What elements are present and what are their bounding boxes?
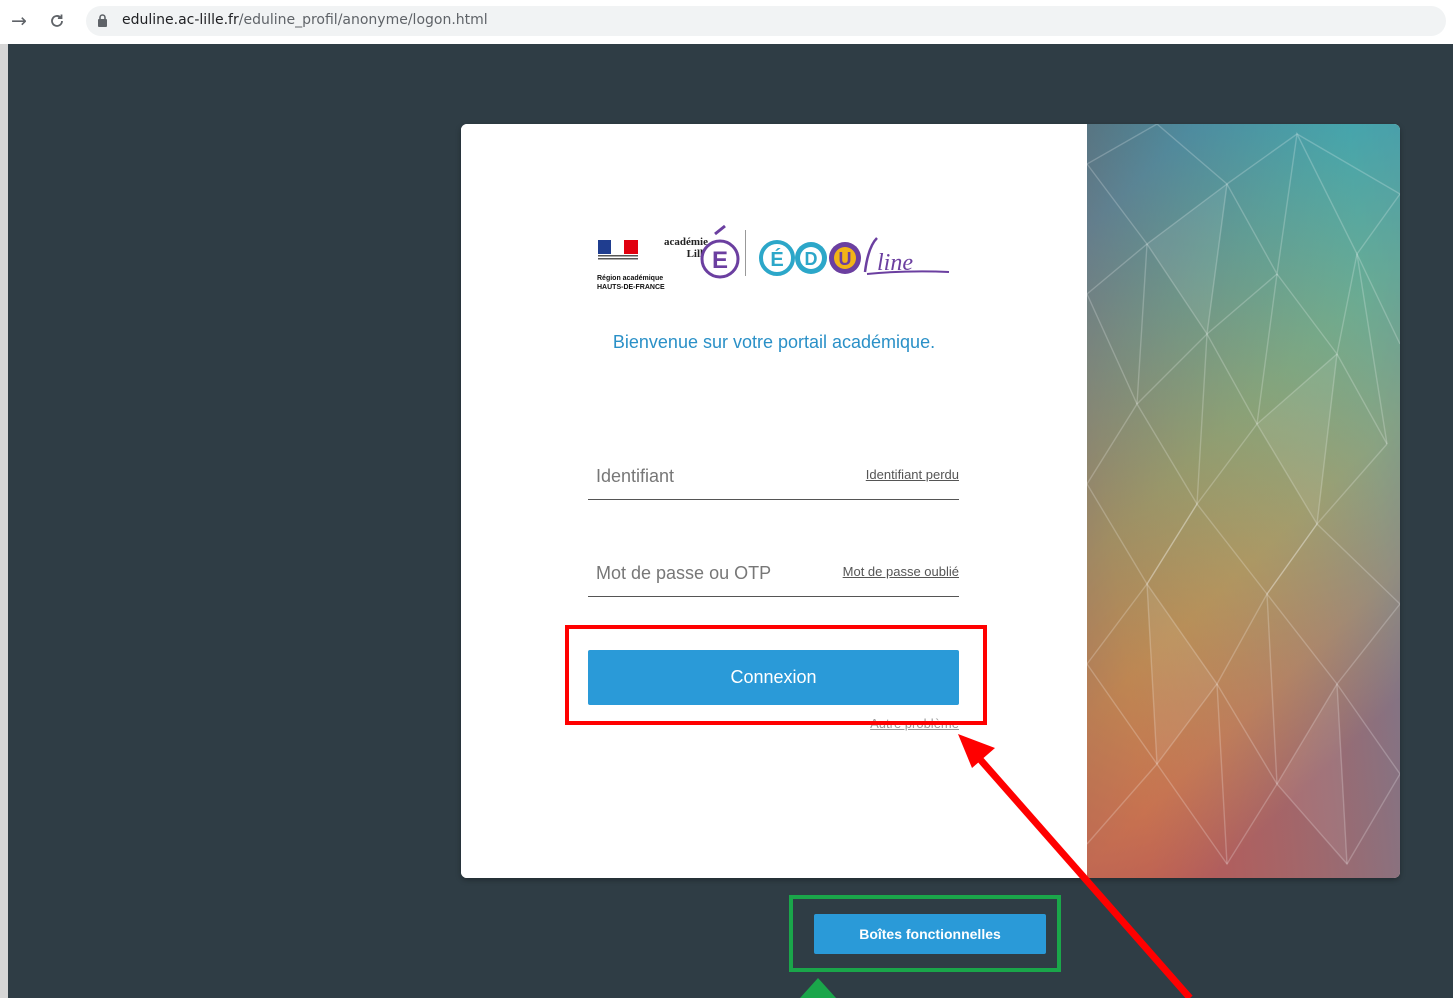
annotation-arrows [800, 734, 1193, 998]
red-arrow-icon [958, 734, 1193, 998]
green-arrow-icon [800, 978, 836, 998]
